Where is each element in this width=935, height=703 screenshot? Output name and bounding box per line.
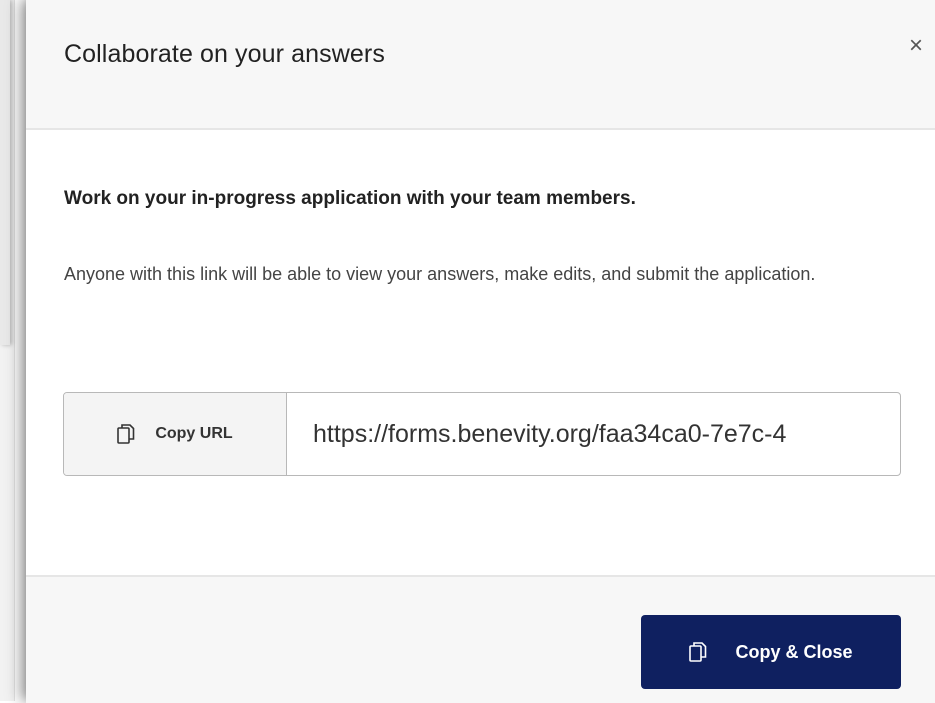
dialog-footer: Copy & Close <box>26 575 935 703</box>
share-url-group: Copy URL https://forms.benevity.org/faa3… <box>63 392 901 476</box>
copy-icon <box>117 423 135 445</box>
close-icon[interactable]: × <box>903 34 929 60</box>
copy-and-close-button[interactable]: Copy & Close <box>641 615 901 689</box>
dialog-header: Collaborate on your answers × <box>26 0 935 130</box>
dialog-title: Collaborate on your answers <box>64 40 385 68</box>
dialog-lead-text: Work on your in-progress application wit… <box>64 188 636 209</box>
copy-icon <box>689 641 707 663</box>
copy-url-label: Copy URL <box>155 425 233 442</box>
share-url-field[interactable]: https://forms.benevity.org/faa34ca0-7e7c… <box>287 393 900 475</box>
dialog-body: Work on your in-progress application wit… <box>26 130 935 575</box>
copy-url-button[interactable]: Copy URL <box>64 393 287 475</box>
copy-and-close-label: Copy & Close <box>735 641 853 662</box>
background-page-card <box>0 0 10 345</box>
collaborate-dialog: Collaborate on your answers × Work on yo… <box>26 0 935 703</box>
dialog-description: Anyone with this link will be able to vi… <box>64 264 816 284</box>
